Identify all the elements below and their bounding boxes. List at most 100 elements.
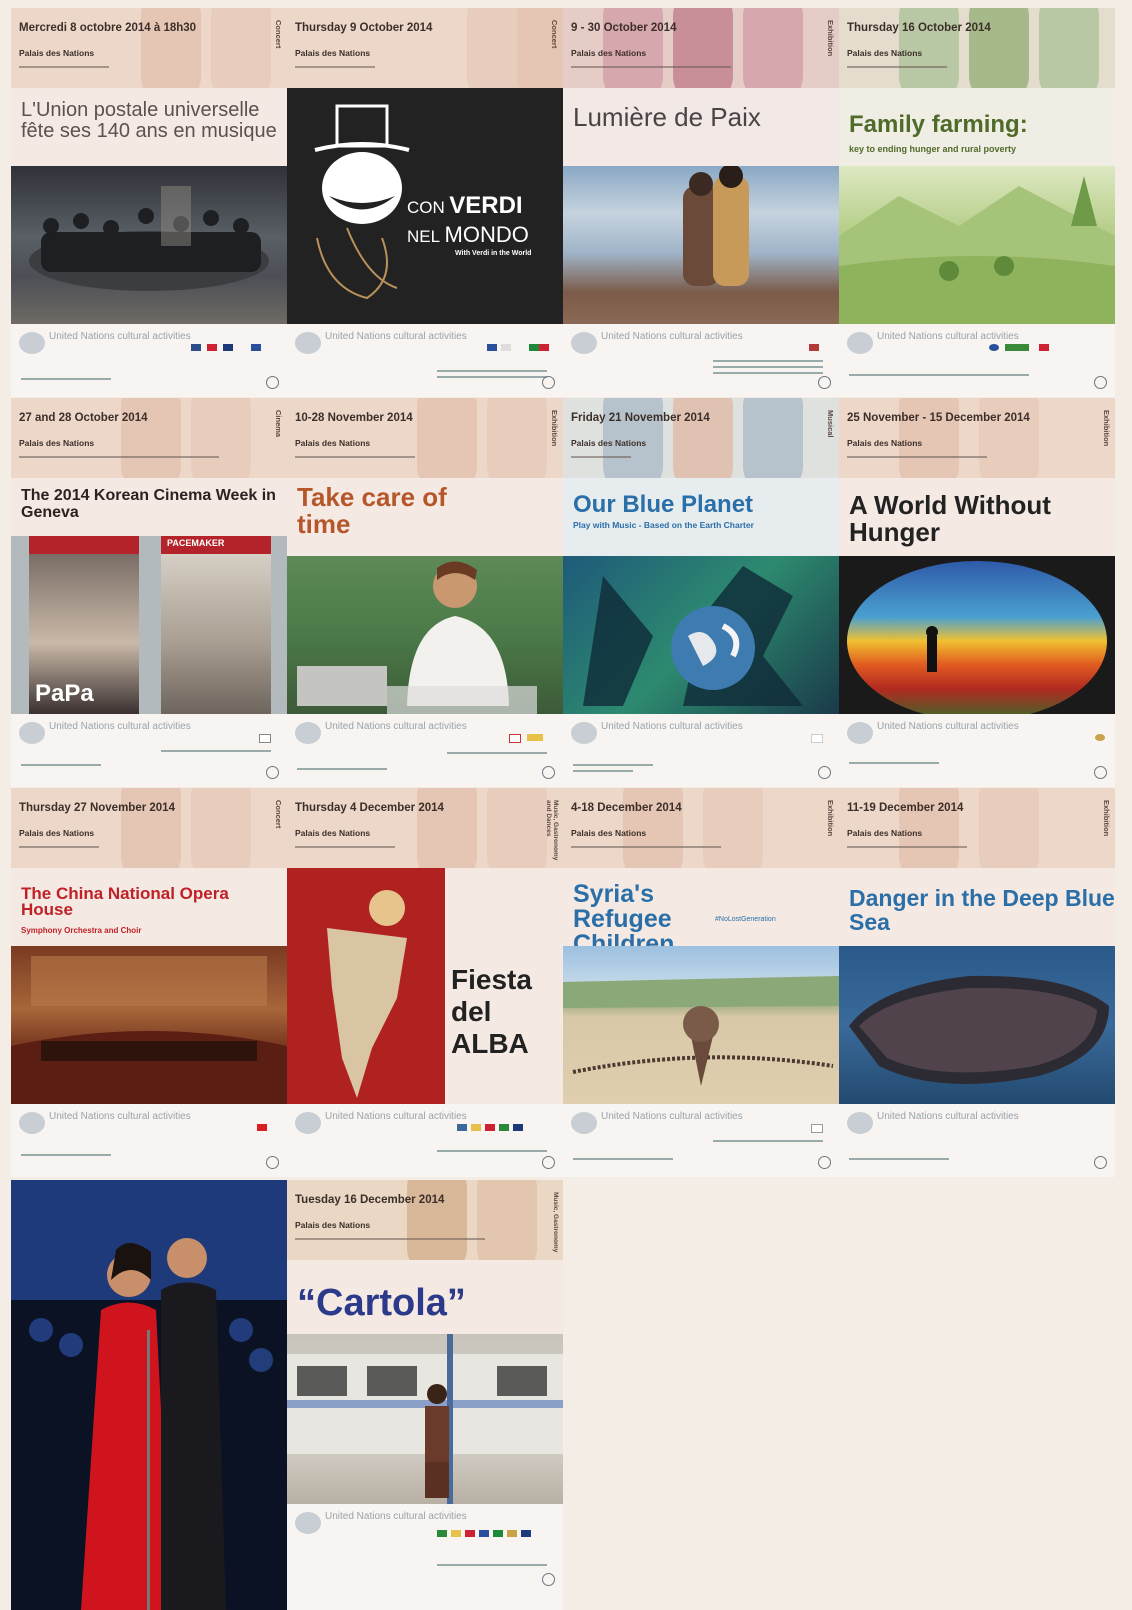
footer-label: United Nations cultural activities xyxy=(601,721,743,732)
poster-fiesta-del-alba[interactable]: Thursday 4 December 2014 Palais des Nati… xyxy=(287,788,563,1177)
un-dove-icon xyxy=(571,1112,597,1134)
un-emblem-icon xyxy=(1094,766,1107,779)
poster-category: Exhibition xyxy=(826,800,835,837)
poster-footer: United Nations cultural activities xyxy=(11,324,287,397)
un-emblem-icon xyxy=(818,1156,831,1169)
poster-danger-deep-blue-sea[interactable]: 11-19 December 2014 Palais des Nations E… xyxy=(839,788,1115,1177)
poster-venue: Palais des Nations xyxy=(295,1220,371,1230)
poster-venue: Palais des Nations xyxy=(571,48,647,58)
poster-world-without-hunger[interactable]: 25 November - 15 December 2014 Palais de… xyxy=(839,398,1115,787)
footer-label: United Nations cultural activities xyxy=(325,721,467,732)
poster-date: Thursday 9 October 2014 xyxy=(295,22,433,34)
un-dove-icon xyxy=(19,332,45,354)
verdi-artwork: CON VERDI NEL MONDO With Verdi in the Wo… xyxy=(287,88,563,324)
poster-date: 9 - 30 October 2014 xyxy=(571,22,677,34)
poster-header: Mercredi 8 octobre 2014 à 18h30 Palais d… xyxy=(11,8,287,88)
poster-category: Concert xyxy=(274,800,283,829)
poster-title: Lumière de Paix xyxy=(573,102,761,132)
poster-subtitle: key to ending hunger and rural poverty xyxy=(849,144,1017,154)
poster-our-blue-planet[interactable]: Friday 21 November 2014 Palais des Natio… xyxy=(563,398,839,787)
poster-category: Exhibition xyxy=(826,20,835,57)
poster-date: 4-18 December 2014 xyxy=(571,802,682,814)
poster-title: L'Union postale universelle fête ses 140… xyxy=(21,99,277,142)
footer-label: United Nations cultural activities xyxy=(601,331,743,342)
poster-venue: Palais des Nations xyxy=(571,438,647,448)
korean-film-posters: PaPa PACEMAKER xyxy=(11,536,287,714)
poster-verdi[interactable]: Thursday 9 October 2014 Palais des Natio… xyxy=(287,8,563,397)
poster-syria-refugee-children[interactable]: 4-18 December 2014 Palais des Nations Ex… xyxy=(563,788,839,1177)
train-station-photo xyxy=(287,1334,563,1504)
poster-grid: Mercredi 8 octobre 2014 à 18h30 Palais d… xyxy=(11,8,1132,1610)
un-emblem-icon xyxy=(266,766,279,779)
poster-date: Mercredi 8 octobre 2014 à 18h30 xyxy=(19,22,197,34)
poster-title: Family farming: xyxy=(849,111,1028,138)
poster-title: Danger in the Deep Blue Sea xyxy=(849,885,1115,936)
footer-label: United Nations cultural activities xyxy=(877,721,1019,732)
farming-illustration xyxy=(839,166,1115,324)
poster-title: The China National Opera House xyxy=(21,884,229,920)
poster-date: Thursday 4 December 2014 xyxy=(295,802,444,814)
un-emblem-icon xyxy=(542,1156,555,1169)
poster-cartola[interactable]: Tuesday 16 December 2014 Palais des Nati… xyxy=(287,1180,563,1610)
children-mural-photo xyxy=(563,166,839,324)
poster-venue: Palais des Nations xyxy=(295,48,371,58)
footer-label: United Nations cultural activities xyxy=(877,1111,1019,1122)
poster-category: Exhibition xyxy=(1102,410,1111,447)
un-dove-icon xyxy=(571,332,597,354)
un-dove-icon xyxy=(19,722,45,744)
un-dove-icon xyxy=(295,722,321,744)
un-dove-icon xyxy=(847,1112,873,1134)
poster-category: Musical xyxy=(826,410,835,438)
verdi-title-big2: MONDO xyxy=(444,222,529,247)
poster-category: Exhibition xyxy=(550,410,559,447)
poster-venue: Palais des Nations xyxy=(295,828,371,838)
poster-take-care-of-time[interactable]: 10-28 November 2014 Palais des Nations E… xyxy=(287,398,563,787)
poster-date: 27 and 28 October 2014 xyxy=(19,412,148,424)
poster-date: Friday 21 November 2014 xyxy=(571,412,710,424)
refugee-camp-aerial-photo xyxy=(563,946,839,1104)
poster-date: 10-28 November 2014 xyxy=(295,412,413,424)
footer-label: United Nations cultural activities xyxy=(49,721,191,732)
un-emblem-icon xyxy=(266,1156,279,1169)
poster-category: Concert xyxy=(550,20,559,49)
poster-upu-140[interactable]: Mercredi 8 octobre 2014 à 18h30 Palais d… xyxy=(11,8,287,397)
poster-venue: Palais des Nations xyxy=(19,48,95,58)
elderly-woman-photo xyxy=(287,556,563,714)
poster-china-national-opera[interactable]: Thursday 27 November 2014 Palais des Nat… xyxy=(11,788,287,1177)
poster-venue: Palais des Nations xyxy=(571,828,647,838)
poster-subtitle: #NoLostGeneration xyxy=(715,916,776,923)
opera-singers-image xyxy=(11,1180,287,1610)
footer-label: United Nations cultural activities xyxy=(601,1111,743,1122)
footer-label: United Nations cultural activities xyxy=(325,1511,467,1522)
poster-subtitle: Play with Music - Based on the Earth Cha… xyxy=(573,520,754,530)
latin-america-map-art xyxy=(287,868,445,1104)
un-emblem-icon xyxy=(818,376,831,389)
film-title-papa: PaPa xyxy=(35,680,94,707)
papa-film-poster: PaPa xyxy=(29,536,139,714)
poster-lumiere-de-paix[interactable]: 9 - 30 October 2014 Palais des Nations E… xyxy=(563,8,839,397)
un-dove-icon xyxy=(295,332,321,354)
hands-earth-illustration xyxy=(563,556,839,714)
poster-date: Tuesday 16 December 2014 xyxy=(295,1194,445,1206)
poster-date: 25 November - 15 December 2014 xyxy=(847,412,1030,424)
opera-singers-photo[interactable] xyxy=(11,1180,287,1610)
poster-venue: Palais des Nations xyxy=(847,48,923,58)
poster-title: “Cartola” xyxy=(297,1282,466,1324)
poster-korean-cinema[interactable]: 27 and 28 October 2014 Palais des Nation… xyxy=(11,398,287,787)
film-title-pacemaker: PACEMAKER xyxy=(167,538,225,548)
footer-label: United Nations cultural activities xyxy=(325,331,467,342)
poster-date: 11-19 December 2014 xyxy=(847,802,964,814)
poster-category: Concert xyxy=(274,20,283,49)
poster-family-farming[interactable]: Thursday 16 October 2014 Palais des Nati… xyxy=(839,8,1115,397)
poster-category: Cinema xyxy=(274,410,283,438)
concert-hall-photo xyxy=(11,946,287,1104)
poster-venue: Palais des Nations xyxy=(295,438,371,448)
pacemaker-film-poster: PACEMAKER xyxy=(161,536,271,714)
un-emblem-icon xyxy=(542,1573,555,1586)
verdi-title-small: CON xyxy=(407,198,445,217)
un-emblem-icon xyxy=(1094,376,1107,389)
footer-label: United Nations cultural activities xyxy=(877,331,1019,342)
un-dove-icon xyxy=(295,1512,321,1534)
poster-date: Thursday 16 October 2014 xyxy=(847,22,991,34)
un-dove-icon xyxy=(847,332,873,354)
